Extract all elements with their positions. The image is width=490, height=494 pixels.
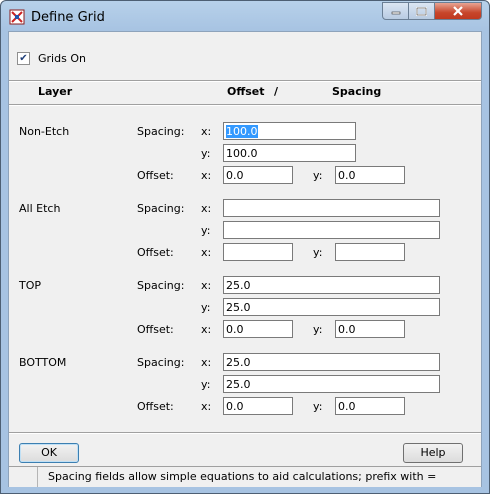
close-icon <box>453 6 463 16</box>
non-etch-spacing-x-input[interactable]: 100.0 <box>223 122 356 140</box>
maximize-icon <box>416 6 427 16</box>
layer-name-all-etch: All Etch <box>19 202 61 215</box>
offset-label: Offset: <box>137 323 174 336</box>
y-label: y: <box>313 400 323 413</box>
bottom-spacing-x-input[interactable]: 25.0 <box>223 353 440 371</box>
y-label: y: <box>201 147 211 160</box>
spacing-label: Spacing: <box>137 279 185 292</box>
top-spacing-x-input[interactable]: 25.0 <box>223 276 440 294</box>
header-spacing: Spacing <box>332 85 382 98</box>
header-layer: Layer <box>38 85 73 98</box>
x-label: x: <box>201 323 212 336</box>
separator <box>9 104 481 106</box>
spacing-label: Spacing: <box>137 125 185 138</box>
dialog-body: ✔ Grids On Layer Offset / Spacing Non-Et… <box>8 31 482 487</box>
non-etch-offset-x-input[interactable]: 0.0 <box>223 166 293 184</box>
all-etch-spacing-x-input[interactable] <box>223 199 440 217</box>
x-label: x: <box>201 125 212 138</box>
y-label: y: <box>313 246 323 259</box>
top-offset-x-input[interactable]: 0.0 <box>223 320 293 338</box>
x-label: x: <box>201 279 212 292</box>
y-label: y: <box>201 224 211 237</box>
ok-button[interactable]: OK <box>19 443 79 463</box>
layer-name-bottom: BOTTOM <box>19 356 67 369</box>
status-bar: Spacing fields allow simple equations to… <box>9 466 481 487</box>
top-offset-y-input[interactable]: 0.0 <box>335 320 405 338</box>
all-etch-offset-x-input[interactable] <box>223 243 293 261</box>
grids-on-checkbox[interactable]: ✔ <box>17 52 30 65</box>
x-label: x: <box>201 246 212 259</box>
header-offset: Offset <box>227 85 265 98</box>
spacing-label: Spacing: <box>137 356 185 369</box>
bottom-offset-y-input[interactable]: 0.0 <box>335 397 405 415</box>
y-label: y: <box>313 323 323 336</box>
x-label: x: <box>201 356 212 369</box>
maximize-button[interactable] <box>408 2 435 20</box>
non-etch-spacing-y-input[interactable]: 100.0 <box>223 144 356 162</box>
minimize-icon <box>391 11 400 15</box>
y-label: y: <box>201 378 211 391</box>
separator <box>9 80 481 82</box>
separator <box>9 432 481 434</box>
non-etch-offset-y-input[interactable]: 0.0 <box>335 166 405 184</box>
offset-label: Offset: <box>137 169 174 182</box>
all-etch-spacing-y-input[interactable] <box>223 221 440 239</box>
window-title: Define Grid <box>31 10 105 25</box>
all-etch-offset-y-input[interactable] <box>335 243 405 261</box>
layer-name-top: TOP <box>19 279 42 292</box>
x-label: x: <box>201 202 212 215</box>
layer-name-non-etch: Non-Etch <box>19 125 70 138</box>
help-button[interactable]: Help <box>403 443 463 463</box>
title-bar[interactable]: Define Grid <box>1 1 489 31</box>
define-grid-window: Define Grid ✔ Grids On Layer Offset / Sp… <box>0 0 490 494</box>
status-text: Spacing fields allow simple equations to… <box>37 467 436 487</box>
grids-on-label: Grids On <box>38 52 86 65</box>
spacing-label: Spacing: <box>137 202 185 215</box>
bottom-offset-x-input[interactable]: 0.0 <box>223 397 293 415</box>
x-label: x: <box>201 169 212 182</box>
minimize-button[interactable] <box>382 2 409 20</box>
offset-label: Offset: <box>137 246 174 259</box>
x-label: x: <box>201 400 212 413</box>
app-icon <box>9 9 25 25</box>
close-button[interactable] <box>434 2 482 20</box>
y-label: y: <box>313 169 323 182</box>
offset-label: Offset: <box>137 400 174 413</box>
top-spacing-y-input[interactable]: 25.0 <box>223 298 440 316</box>
y-label: y: <box>201 301 211 314</box>
bottom-spacing-y-input[interactable]: 25.0 <box>223 375 440 393</box>
header-slash: / <box>274 85 279 98</box>
